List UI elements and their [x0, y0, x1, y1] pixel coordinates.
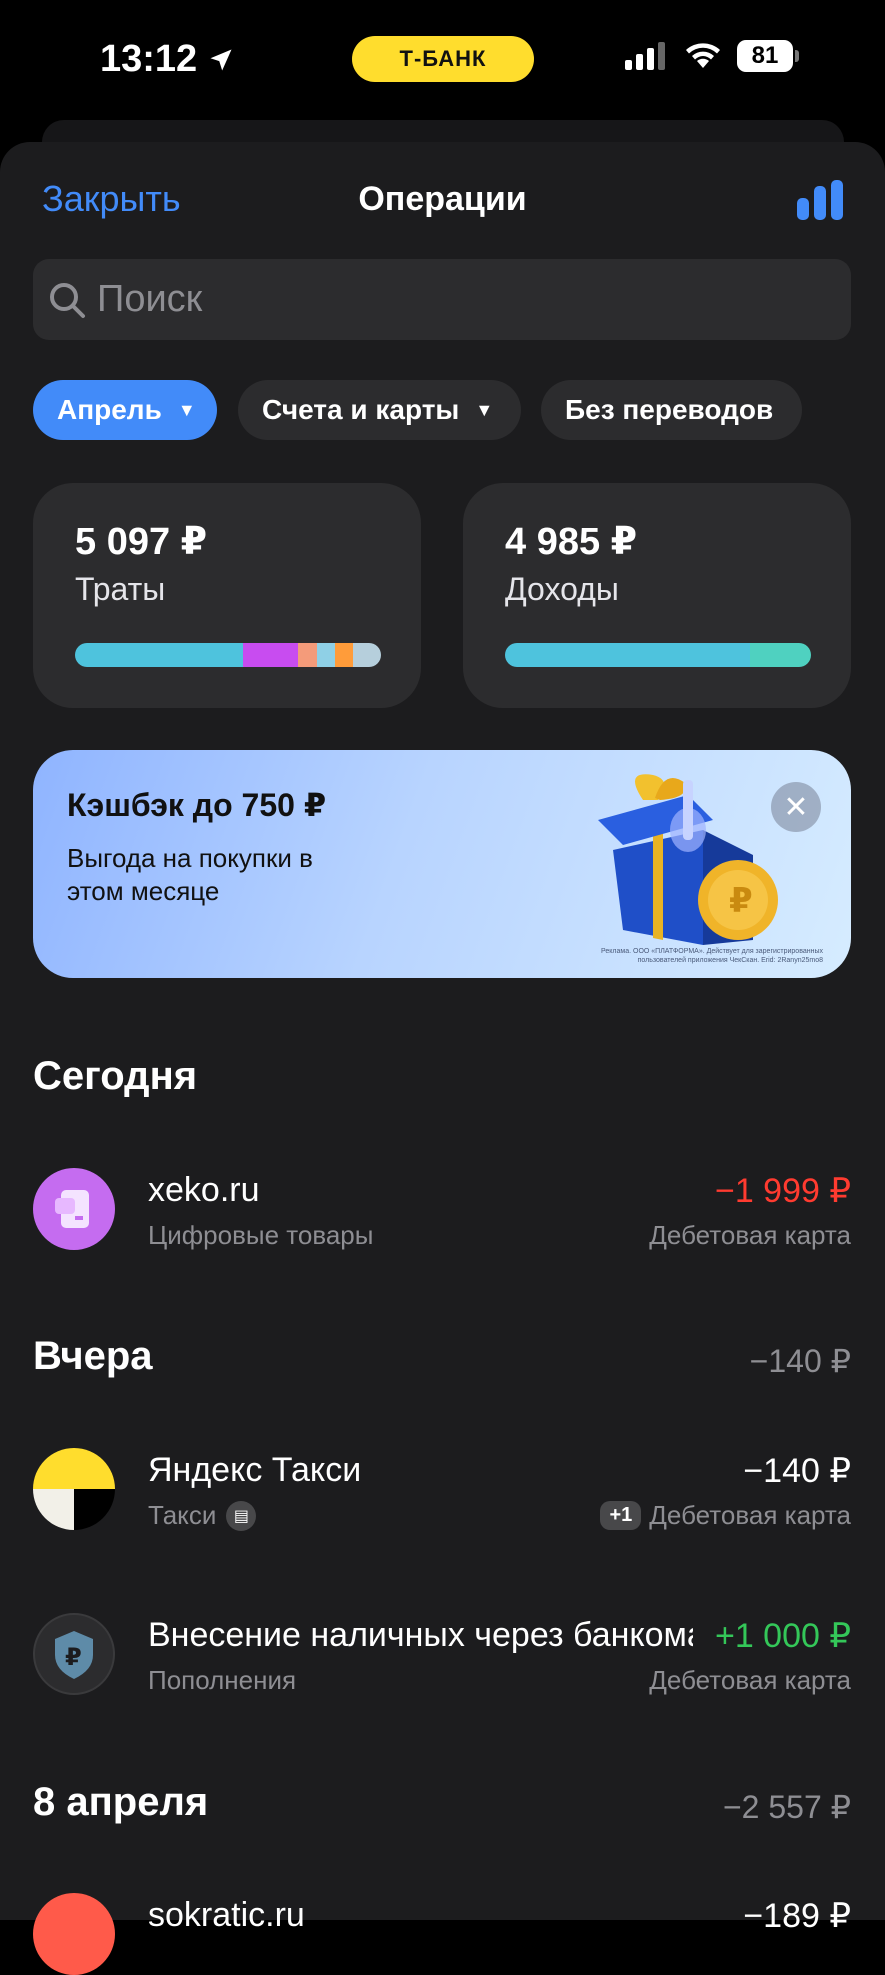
gift-box-coin-icon: ₽	[598, 774, 778, 945]
operation-amount: −140 ₽	[743, 1452, 851, 1490]
income-amount: 4 985 ₽	[505, 521, 638, 563]
operation-title: xeko.ru	[148, 1171, 260, 1209]
spending-card[interactable]: 5 097 ₽ Траты	[33, 483, 421, 708]
spending-segment	[298, 643, 317, 667]
cash-deposit-icon: ₽	[33, 1613, 115, 1695]
search-icon	[50, 282, 85, 318]
caret-down-icon: ▼	[475, 399, 494, 420]
income-label: Доходы	[505, 571, 619, 607]
sokratic-icon	[33, 1893, 115, 1975]
receipt-icon: ▤	[226, 1500, 257, 1531]
yandex-taxi-icon	[33, 1448, 115, 1530]
status-time: 13:12	[100, 38, 235, 81]
search-placeholder: Поиск	[97, 278, 203, 320]
spending-segment	[243, 643, 299, 667]
promo-title: Кэшбэк до 750 ₽	[67, 787, 327, 823]
spending-amount: 5 097 ₽	[75, 521, 208, 563]
bar-chart-icon	[797, 180, 843, 220]
filter-accounts[interactable]: Счета и карты ▼	[238, 380, 521, 440]
section-title-yesterday: Вчера	[33, 1334, 153, 1378]
operation-category: Цифровые товары	[148, 1220, 374, 1250]
income-bar	[505, 643, 811, 667]
svg-text:₽: ₽	[65, 1643, 82, 1671]
operation-source: +1 Дебетовая карта	[600, 1500, 851, 1531]
income-segment	[749, 643, 811, 667]
operation-category: Пополнения	[148, 1665, 297, 1695]
operation-amount: −1 999 ₽	[714, 1172, 851, 1210]
search-input[interactable]: Поиск	[33, 259, 851, 340]
spending-segment	[335, 643, 354, 667]
promo-fine-print: Реклама. ООО «ПЛАТФОРМА». Действует для …	[601, 948, 823, 964]
income-segment	[505, 643, 750, 667]
close-icon[interactable]: ✕	[771, 782, 821, 832]
page-title: Операции	[358, 180, 527, 218]
section-total-yesterday: −140 ₽	[749, 1343, 851, 1379]
income-card[interactable]: 4 985 ₽ Доходы	[463, 483, 851, 708]
spending-label: Траты	[75, 571, 166, 607]
svg-text:₽: ₽	[729, 881, 753, 921]
status-icons: 81	[625, 40, 799, 72]
promo-subtitle: Выгода на покупки в этом месяце	[67, 843, 313, 906]
operation-amount: −189 ₽	[743, 1897, 851, 1935]
caret-down-icon: ▼	[177, 399, 196, 420]
spending-segment	[316, 643, 336, 667]
status-bar: 13:12 Т-БАНК 81	[0, 0, 885, 120]
section-title-april-8: 8 апреля	[33, 1780, 209, 1824]
cashback-badge: +1	[600, 1501, 642, 1530]
cart-icon	[55, 1190, 89, 1228]
operation-title: sokratic.ru	[148, 1896, 305, 1934]
cashback-promo-banner[interactable]: Кэшбэк до 750 ₽ Выгода на покупки в этом…	[33, 750, 851, 978]
section-title-today: Сегодня	[33, 1054, 198, 1098]
spending-bar	[75, 643, 381, 667]
section-total-april-8: −2 557 ₽	[722, 1789, 851, 1825]
filter-month[interactable]: Апрель ▼	[33, 380, 217, 440]
wifi-icon	[686, 43, 720, 68]
ruble-shield-icon: ₽	[55, 1631, 93, 1679]
analytics-button[interactable]	[797, 180, 843, 225]
spending-segment	[75, 643, 244, 667]
filter-no-transfers[interactable]: Без переводов	[541, 380, 802, 440]
operation-category: Такси ▤	[148, 1500, 257, 1531]
taxi-logo-icon	[33, 1448, 115, 1530]
location-arrow-icon	[210, 49, 232, 70]
operation-title: Внесение наличных через банкомат	[148, 1616, 693, 1654]
operation-source: Дебетовая карта	[649, 1665, 851, 1695]
spending-segment	[353, 643, 381, 667]
digital-goods-icon	[33, 1168, 115, 1250]
cellular-signal-icon	[625, 42, 665, 70]
operation-title: Яндекс Такси	[148, 1451, 362, 1489]
battery-indicator: 81	[737, 40, 799, 72]
bank-indicator-pill[interactable]: Т-БАНК	[352, 36, 534, 82]
operation-source: Дебетовая карта	[649, 1220, 851, 1250]
operation-amount: +1 000 ₽	[702, 1616, 851, 1656]
